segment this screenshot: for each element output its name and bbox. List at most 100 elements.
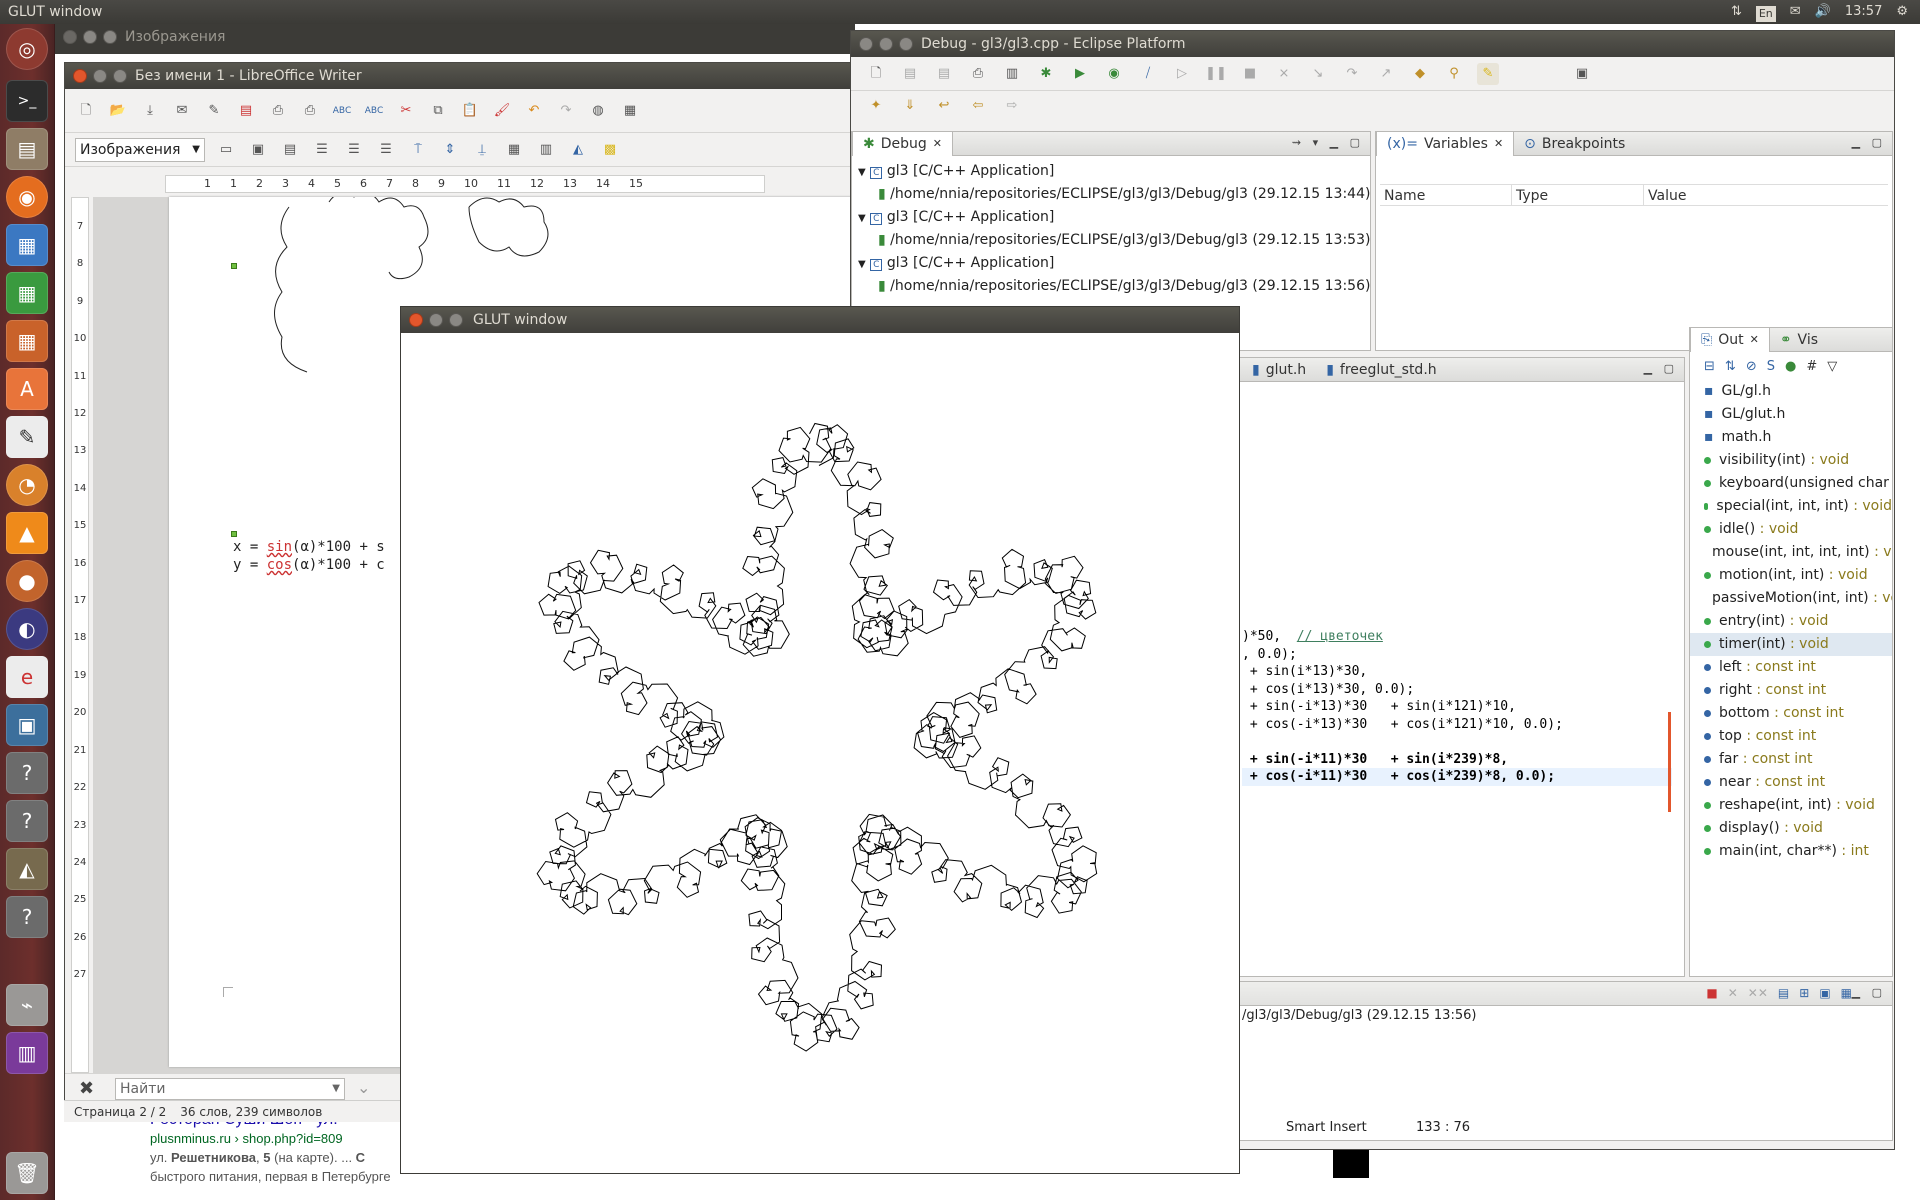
print-preview-icon[interactable]: ⎙ xyxy=(299,100,321,122)
wrap-page-icon[interactable]: ▣ xyxy=(247,139,269,161)
highlight-icon[interactable]: ✎ xyxy=(1477,62,1499,85)
anchor-top-icon[interactable]: ⍑ xyxy=(407,139,429,161)
wrap-through-icon[interactable]: ▤ xyxy=(279,139,301,161)
collapse-icon[interactable]: ⊟ xyxy=(1704,359,1715,374)
borders-icon[interactable]: ▦ xyxy=(503,139,525,161)
save-icon[interactable]: ▤ xyxy=(899,63,921,85)
forward-icon[interactable]: ⇨ xyxy=(1001,95,1023,117)
blender-icon[interactable]: ◔ xyxy=(6,464,48,506)
software-center-icon[interactable]: A xyxy=(6,368,48,410)
search-icon[interactable]: ⚲ xyxy=(1443,63,1465,85)
formula-x[interactable]: x = sin(α)*100 + s xyxy=(233,539,385,555)
autospellcheck-icon[interactable]: ABC xyxy=(363,100,385,122)
status-cursor-position[interactable]: 133 : 76 xyxy=(1416,1115,1470,1141)
tab-variables[interactable]: (x)= Variables ✕ xyxy=(1376,131,1515,156)
new-icon[interactable]: 🗋 xyxy=(865,63,887,85)
app-icon[interactable]: ● xyxy=(6,560,48,602)
gear-icon[interactable]: ⚙ xyxy=(1896,0,1908,24)
image-viewer-icon[interactable]: ▣ xyxy=(6,704,48,746)
step-return-icon[interactable]: ↗ xyxy=(1375,63,1397,85)
perspective-icon[interactable]: ▣ xyxy=(1571,63,1593,85)
find-input[interactable]: Найти ▼ xyxy=(115,1078,345,1100)
terminate-icon[interactable]: ■ xyxy=(1239,63,1261,85)
open-console-icon[interactable]: ▦ xyxy=(1841,986,1852,1000)
clone-formatting-icon[interactable]: 🖌 xyxy=(491,100,513,122)
trash-icon[interactable]: 🗑 xyxy=(6,1152,48,1194)
align-center-icon[interactable]: ☰ xyxy=(343,139,365,161)
print-icon[interactable]: ⎙ xyxy=(267,100,289,122)
find-down-icon[interactable]: ⌄ xyxy=(357,1078,370,1097)
green-handle[interactable] xyxy=(231,263,237,269)
print-icon[interactable]: ⎙ xyxy=(967,63,989,85)
hide-nonpublic-icon[interactable]: ● xyxy=(1785,359,1796,374)
ubuntu-logo-icon[interactable]: ◎ xyxy=(6,28,48,70)
close-icon[interactable]: ✕ xyxy=(1494,132,1503,156)
cut-icon[interactable]: ✂ xyxy=(395,100,417,122)
tab-outline[interactable]: ⎘ Out ✕ xyxy=(1690,328,1770,352)
debug-launch[interactable]: ▼ C gl3 [C/C++ Application] xyxy=(858,252,1364,275)
outline-item[interactable]: special(int, int, int) : void xyxy=(1690,495,1892,518)
maximize-button[interactable] xyxy=(449,313,463,327)
undo-icon[interactable]: ↶ xyxy=(523,100,545,122)
paste-icon[interactable]: 📋 xyxy=(459,100,481,122)
text-editor-icon[interactable]: ✎ xyxy=(6,416,48,458)
close-find-icon[interactable]: ✖ xyxy=(79,1078,94,1099)
green-handle[interactable] xyxy=(231,531,237,537)
resume-icon[interactable]: ▷ xyxy=(1171,63,1193,85)
files-icon[interactable]: ▤ xyxy=(6,128,48,170)
run-icon[interactable]: ▶ xyxy=(1069,63,1091,85)
code-area[interactable]: )*50, // цветочек , 0.0); + sin(i*13)*30… xyxy=(1242,628,1672,786)
unknown-app-icon[interactable]: ? xyxy=(6,896,48,938)
hide-static-icon[interactable]: S xyxy=(1767,359,1775,374)
minimize-button[interactable] xyxy=(429,313,443,327)
anchor-middle-icon[interactable]: ⇕ xyxy=(439,139,461,161)
group-includes-icon[interactable]: # xyxy=(1806,359,1817,374)
close-button[interactable] xyxy=(63,30,77,44)
annotation-icon[interactable]: ✦ xyxy=(865,95,887,117)
outline-item[interactable]: right : const int xyxy=(1690,679,1892,702)
status-page[interactable]: Страница 2 / 2 xyxy=(74,1101,166,1122)
vlc-icon[interactable]: ▲ xyxy=(6,512,48,554)
outline-item[interactable]: idle() : void xyxy=(1690,518,1892,541)
debug-launch[interactable]: ▼ C gl3 [C/C++ Application] xyxy=(858,160,1364,183)
writer-icon[interactable]: ▦ xyxy=(6,224,48,266)
export-pdf-icon[interactable]: ▤ xyxy=(235,100,257,122)
outline-item[interactable]: bottom : const int xyxy=(1690,702,1892,725)
glut-render-canvas[interactable] xyxy=(401,333,1239,1173)
table-icon[interactable]: ▦ xyxy=(619,100,641,122)
tab-debug[interactable]: ✱ Debug ✕ xyxy=(852,131,953,156)
formula-y[interactable]: y = cos(α)*100 + c xyxy=(233,557,385,573)
close-button[interactable] xyxy=(73,69,87,83)
last-edit-icon[interactable]: ↩ xyxy=(933,95,955,117)
save-icon[interactable]: ⤓ xyxy=(139,100,161,122)
debug-process[interactable]: ▮ /home/nnia/repositories/ECLIPSE/gl3/gl… xyxy=(858,229,1370,252)
disconnect-icon[interactable]: ⨯ xyxy=(1273,63,1295,85)
new-document-icon[interactable]: 🗋 xyxy=(75,100,97,122)
minimize-button[interactable] xyxy=(93,69,107,83)
display-console-icon[interactable]: ▣ xyxy=(1819,986,1830,1000)
remove-launch-icon[interactable]: ✕ xyxy=(1728,986,1738,1000)
unknown-app-icon[interactable]: ? xyxy=(6,752,48,794)
build-icon[interactable]: ▥ xyxy=(1001,63,1023,85)
spellcheck-icon[interactable]: ABC xyxy=(331,100,353,122)
impress-icon[interactable]: ▦ xyxy=(6,320,48,362)
suspend-icon[interactable]: ❚❚ xyxy=(1205,63,1227,85)
outline-item[interactable]: visibility(int) : void xyxy=(1690,449,1892,472)
usb-drive-icon[interactable]: ⌁ xyxy=(6,984,48,1026)
close-button[interactable] xyxy=(409,313,423,327)
tab-freeglut-std-h[interactable]: ▮ freeglut_std.h xyxy=(1316,358,1446,382)
outline-item[interactable]: near : const int xyxy=(1690,771,1892,794)
status-insert-mode[interactable]: Smart Insert xyxy=(1286,1115,1367,1141)
debug-process[interactable]: ▮ /home/nnia/repositories/ECLIPSE/gl3/gl… xyxy=(858,275,1370,298)
debug-icon[interactable]: ✱ xyxy=(1035,63,1057,85)
redo-icon[interactable]: ↷ xyxy=(555,100,577,122)
edit-icon[interactable]: ✎ xyxy=(203,100,225,122)
coverage-icon[interactable]: ◉ xyxy=(1103,63,1125,85)
outline-item[interactable]: left : const int xyxy=(1690,656,1892,679)
outline-item[interactable]: main(int, char**) : int xyxy=(1690,840,1892,863)
close-icon[interactable]: ✕ xyxy=(1750,328,1759,352)
step-over-icon[interactable]: ↷ xyxy=(1341,63,1363,85)
gimp-icon[interactable]: ◭ xyxy=(6,848,48,890)
close-button[interactable] xyxy=(859,37,873,51)
line-color-icon[interactable]: ◭ xyxy=(567,139,589,161)
